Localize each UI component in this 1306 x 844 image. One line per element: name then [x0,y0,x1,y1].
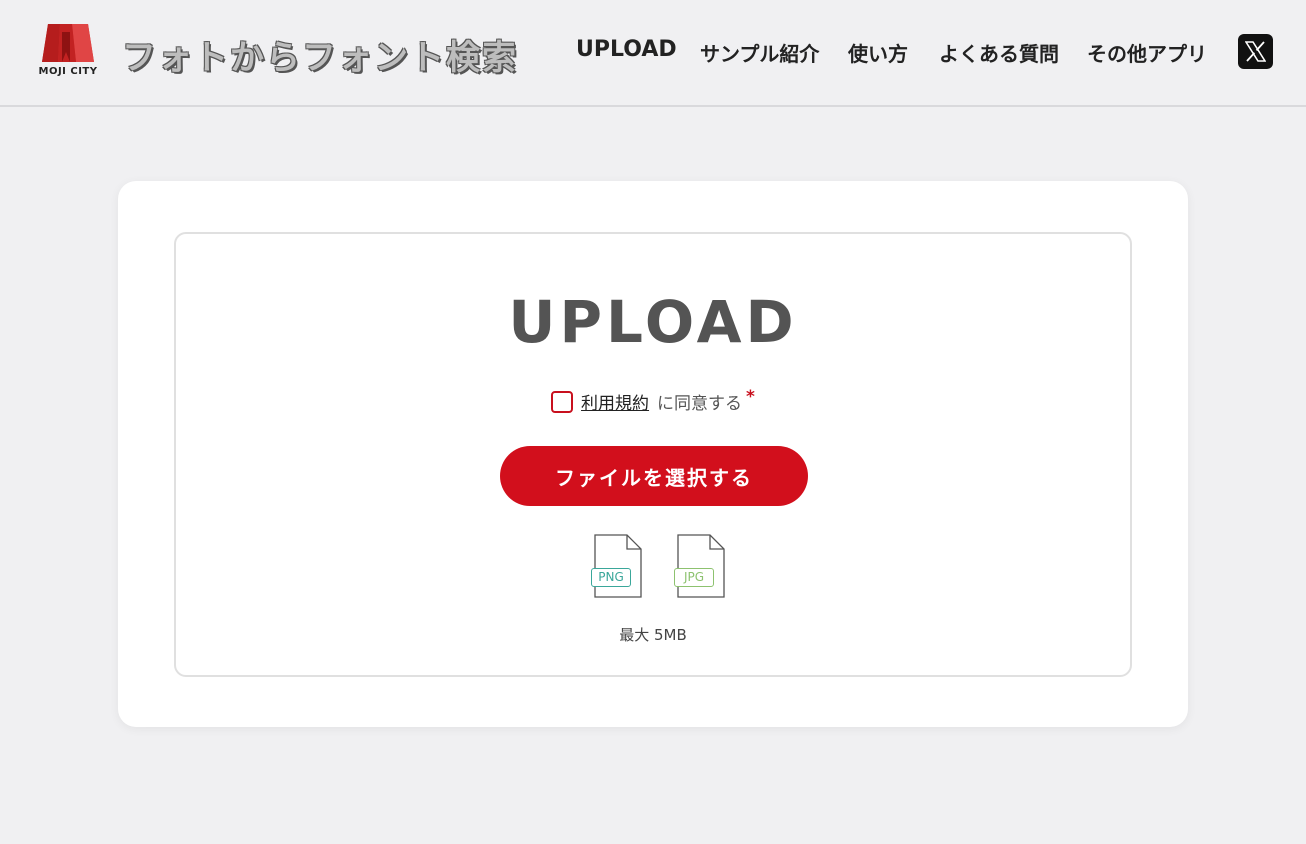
jpg-label: JPG [674,568,714,587]
upload-heading: UPLOAD [508,288,798,356]
x-icon [1245,41,1266,62]
nav-item-other-apps[interactable]: その他アプリ [1087,38,1207,67]
nav-item-how-to[interactable]: 使い方 [848,38,908,67]
site-header: MOJI CITY フォトからフォント検索 UPLOAD サンプル紹介 使い方 … [0,0,1306,107]
png-label: PNG [591,568,631,587]
terms-checkbox[interactable] [551,390,574,413]
required-mark: * [746,386,755,407]
nav-item-upload[interactable]: UPLOAD [576,37,677,62]
main-nav: UPLOAD サンプル紹介 使い方 よくある質問 その他アプリ [0,37,1306,68]
jpg-file-icon: JPG [674,534,728,600]
terms-link[interactable]: 利用規約 [581,389,649,414]
select-file-button[interactable]: ファイルを選択する [500,446,808,506]
x-social-button[interactable] [1238,34,1273,69]
supported-formats: PNG JPG [176,534,1130,600]
nav-item-faq[interactable]: よくある質問 [939,38,1059,67]
upload-dropzone[interactable]: UPLOAD 利用規約 に同意する * ファイルを選択する PNG JPG 最大… [174,232,1132,677]
max-file-size: 最大 5MB [619,626,687,644]
upload-card: UPLOAD 利用規約 に同意する * ファイルを選択する PNG JPG 最大… [118,181,1188,727]
agree-label: に同意する [657,394,743,414]
png-file-icon: PNG [591,534,645,600]
terms-agreement: 利用規約 に同意する * [176,386,1130,415]
nav-item-samples[interactable]: サンプル紹介 [700,38,819,67]
